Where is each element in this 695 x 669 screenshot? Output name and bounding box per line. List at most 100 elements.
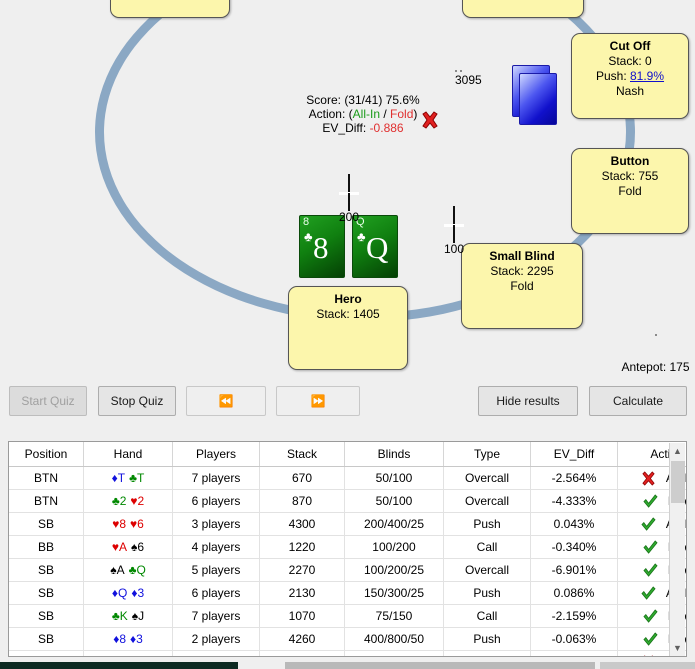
column-header-position[interactable]: Position <box>9 442 84 467</box>
ring-mask-top <box>250 0 490 50</box>
table-row[interactable]: BTN ♦T ♣T 7 players 670 50/100 Overcall -2.564%… <box>9 466 686 490</box>
cell-position: SB <box>9 627 84 651</box>
pot-chip-stack: 3095 <box>455 58 482 87</box>
cell-blinds: 150/300/25 <box>344 581 444 605</box>
seat-cut-off-push-link[interactable]: 81.9% <box>630 69 664 83</box>
cell-players: 5 players <box>172 650 260 656</box>
check-icon <box>643 493 658 508</box>
cell-type: Push <box>443 581 531 605</box>
hand-card: ♦T <box>111 471 126 485</box>
hand-card: ♠J <box>131 609 145 623</box>
next-hand-button[interactable]: ⏩ <box>276 386 360 416</box>
column-header-ev-diff[interactable]: EV_Diff <box>530 442 618 467</box>
column-header-players[interactable]: Players <box>172 442 260 467</box>
cell-blinds: 100/200/25 <box>344 650 444 656</box>
start-quiz-button[interactable]: Start Quiz <box>9 386 87 416</box>
taskbar-item-active[interactable] <box>0 662 238 669</box>
cell-position: BB <box>9 535 84 559</box>
cell-stack: 4300 <box>259 512 345 536</box>
cell-position: BTN <box>9 489 84 513</box>
seat-cut-off-push: Push: 81.9% <box>572 69 688 84</box>
hand-card: ♥8 <box>112 517 126 531</box>
table-row[interactable]: SB♣K♠J7 players107075/150Call-2.159%Fold <box>9 604 686 628</box>
table-row[interactable]: SB♥8♥63 players4300200/400/25Push0.043%A… <box>9 512 686 536</box>
cross-icon <box>642 470 655 486</box>
cell-ev-diff: -2.159% <box>530 604 618 628</box>
cell-blinds: 400/800/50 <box>344 627 444 651</box>
seat-cut-off-source: Nash <box>615 84 644 98</box>
cell-players: 3 players <box>172 512 260 536</box>
cell-blinds: 100/200 <box>344 535 444 559</box>
bet-marker-100: 100 <box>442 206 466 256</box>
taskbar-item-2[interactable] <box>600 662 695 669</box>
seat-cut-off[interactable]: Cut Off Stack: 0 Push: 81.9% Nash <box>571 33 689 119</box>
cell-position: SB <box>9 581 84 605</box>
column-header-blinds[interactable]: Blinds <box>344 442 444 467</box>
cross-icon <box>422 111 438 129</box>
cell-stack: 870 <box>259 489 345 513</box>
cell-hand: ♦8 ♦3 <box>83 627 173 651</box>
hand-card: ♦8 <box>113 632 126 646</box>
action-separator: / <box>383 107 387 121</box>
column-header-stack[interactable]: Stack <box>259 442 345 467</box>
taskbar-strip <box>0 660 695 669</box>
chip-column-ante <box>655 334 657 336</box>
table-row[interactable]: BB♣A♠25 players1530100/200/25Call-0.206%… <box>9 650 686 656</box>
calculate-button[interactable]: Calculate <box>589 386 687 416</box>
cell-ev-diff: -4.333% <box>530 489 618 513</box>
previous-hand-button[interactable]: ⏪ <box>186 386 266 416</box>
poker-table-area: Cut Off Stack: 0 Push: 81.9% Nash Button… <box>0 0 695 378</box>
hand-card: ♠6 <box>131 540 145 554</box>
action-chosen: Fold <box>390 107 414 121</box>
hero-card-1-corner-rank: 8 <box>303 216 310 228</box>
hand-card: ♠2 <box>131 655 144 656</box>
cell-blinds: 200/400/25 <box>344 512 444 536</box>
action-close-paren: ) <box>413 107 418 121</box>
hand-card: ♣Q <box>128 563 146 577</box>
cell-blinds: 100/200/25 <box>344 558 444 582</box>
scrollbar-thumb[interactable] <box>671 461 685 503</box>
seat-small-blind[interactable]: Small Blind Stack: 2295 Fold <box>461 243 583 329</box>
cell-players: 5 players <box>172 558 260 582</box>
table-row[interactable]: BTN ♣2 ♥2 6 players 870 50/100 Overcall -4.333%… <box>9 489 686 513</box>
hero-card-2: Q ♣ Q <box>352 215 398 278</box>
hide-results-button[interactable]: Hide results <box>478 386 578 416</box>
cell-players: 4 players <box>172 535 260 559</box>
cell-ev-diff: -0.063% <box>530 627 618 651</box>
stop-quiz-button[interactable]: Stop Quiz <box>98 386 176 416</box>
seat-button-action: Fold <box>618 184 642 198</box>
cell-hand: ♥8 ♥6 <box>83 512 173 536</box>
table-row[interactable]: SB ♦8 ♦3 2 players 4260 400/800/50 Push -0.063%… <box>9 627 686 651</box>
seat-cut-off-name: Cut Off <box>609 39 651 53</box>
table-row[interactable]: SB♦Q♦36 players2130150/300/25Push0.086%A… <box>9 581 686 605</box>
table-row[interactable]: SB ♠A ♣Q 5 players 2270 100/200/25 Overcall -6.… <box>9 558 686 582</box>
scroll-down-icon[interactable]: ▼ <box>670 640 685 656</box>
cell-type: Push <box>443 512 531 536</box>
cell-type: Call <box>443 604 531 628</box>
hero-card-2-rank: Q <box>366 230 389 265</box>
results-scrollbar[interactable]: ▲ ▼ <box>669 443 685 656</box>
hero-card-1-rank: 8 <box>313 230 329 265</box>
taskbar-item-1[interactable] <box>285 662 595 669</box>
cell-position: SB <box>9 512 84 536</box>
column-header-hand[interactable]: Hand <box>83 442 173 467</box>
seat-small-blind-stack: Stack: 2295 <box>490 264 554 278</box>
results-grid[interactable]: Position Hand Players Stack Blinds Type … <box>8 441 687 657</box>
cell-players: 6 players <box>172 489 260 513</box>
cell-type: Call <box>443 650 531 656</box>
control-bar: Start Quiz Stop Quiz ⏪ ⏩ Hide results Ca… <box>0 381 695 423</box>
seat-button[interactable]: Button Stack: 755 Fold <box>571 148 689 234</box>
club-icon: ♣ <box>357 229 366 244</box>
seat-top-left[interactable] <box>110 0 230 18</box>
cell-players: 2 players <box>172 627 260 651</box>
scroll-up-icon[interactable]: ▲ <box>670 443 685 460</box>
cell-blinds: 50/100 <box>344 466 444 490</box>
table-row[interactable]: BB♥A♠64 players1220100/200Call-0.340%Fol… <box>9 535 686 559</box>
column-header-type[interactable]: Type <box>443 442 531 467</box>
cell-type: Overcall <box>443 558 531 582</box>
check-icon <box>643 562 658 577</box>
ev-line: EV_Diff: -0.886 <box>283 121 443 135</box>
seat-hero[interactable]: Hero Stack: 1405 <box>288 286 408 370</box>
cell-stack: 2270 <box>259 558 345 582</box>
seat-top-right[interactable] <box>462 0 584 18</box>
